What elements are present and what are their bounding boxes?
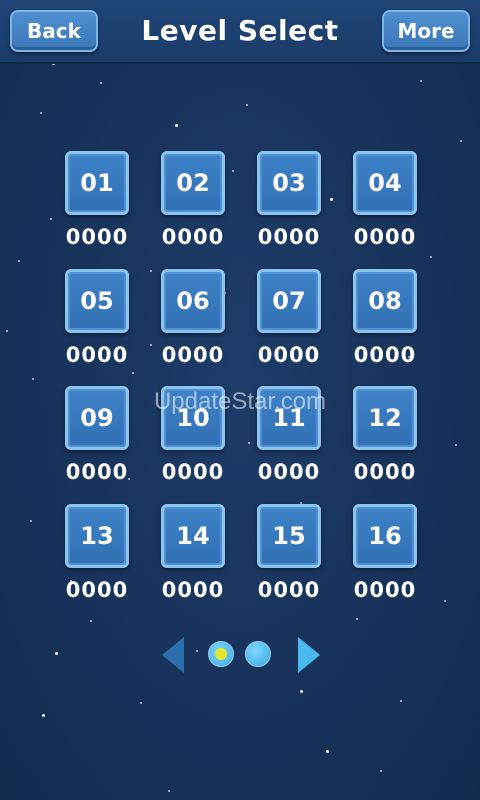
level-score: 0000 [257,343,321,367]
star [326,750,329,753]
level-button[interactable]: 05 [65,269,129,333]
level-grid: 01 0000 02 0000 03 0000 04 0000 05 0000 … [0,0,480,620]
level-button[interactable]: 16 [353,504,417,568]
level-score: 0000 [65,225,129,249]
level-button[interactable]: 13 [65,504,129,568]
level-button[interactable]: 08 [353,269,417,333]
star [42,714,45,717]
page-dot-2[interactable] [245,641,271,667]
page-dot-1[interactable] [208,641,234,667]
level-score: 0000 [353,225,417,249]
level-button[interactable]: 01 [65,151,129,215]
star [140,702,142,704]
level-score: 0000 [161,225,225,249]
level-score: 0000 [65,343,129,367]
previous-page-arrow-icon[interactable] [162,637,184,673]
star [300,690,303,693]
level-score: 0000 [65,460,129,484]
level-score: 0000 [257,460,321,484]
level-button[interactable]: 14 [161,504,225,568]
watermark-text: UpdateStar.com [153,388,327,415]
level-button[interactable]: 03 [257,151,321,215]
level-button[interactable]: 04 [353,151,417,215]
level-score: 0000 [161,343,225,367]
level-button[interactable]: 02 [161,151,225,215]
level-score: 0000 [161,578,225,602]
level-score: 0000 [257,578,321,602]
star [380,770,382,772]
level-button[interactable]: 06 [161,269,225,333]
level-button[interactable]: 15 [257,504,321,568]
next-page-arrow-icon[interactable] [298,637,320,673]
level-score: 0000 [353,460,417,484]
page-indicator [0,630,480,680]
star [400,700,402,702]
level-button[interactable]: 07 [257,269,321,333]
level-score: 0000 [65,578,129,602]
level-score: 0000 [353,343,417,367]
star [168,790,170,792]
star [90,620,92,622]
level-score: 0000 [353,578,417,602]
level-score: 0000 [257,225,321,249]
current-page-marker [215,648,227,660]
level-score: 0000 [161,460,225,484]
